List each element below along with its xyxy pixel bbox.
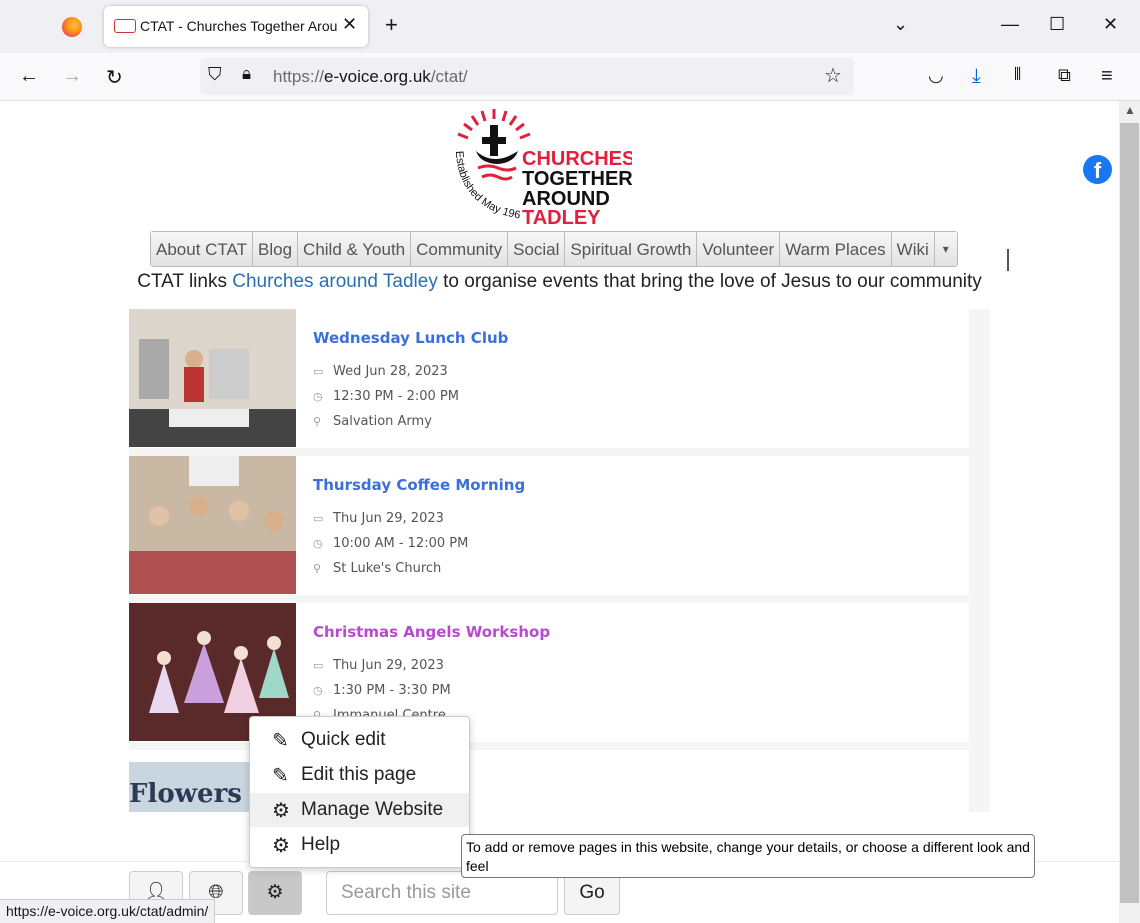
nav-item-spiritual-growth[interactable]: Spiritual Growth (565, 232, 698, 266)
browser-nav-bar: ← → ↻ ⛉ 🔒︎ https://e-voice.org.uk/ctat/ … (0, 53, 1140, 101)
event-card[interactable]: Thursday Coffee Morning ▭ Thu Jun 29, 202… (129, 456, 969, 595)
event-time-text: 12:30 PM - 2:00 PM (333, 389, 459, 404)
nav-item-volunteer[interactable]: Volunteer (697, 232, 781, 266)
pocket-icon[interactable]: ◡ (928, 65, 944, 86)
main-nav-menu: About CTAT Blog Child & Youth Community … (150, 231, 958, 267)
clock-icon: ◷ (313, 537, 323, 550)
page-scroll-up-arrow-icon[interactable]: ▲ (1124, 103, 1136, 117)
clock-icon: ◷ (313, 390, 323, 403)
tagline-text-end: to organise events that bring the love o… (437, 271, 982, 292)
event-date: ▭ Thu Jun 29, 2023 (313, 511, 444, 526)
nav-item-warm-places[interactable]: Warm Places (780, 232, 892, 266)
edit-icon: ✎ (272, 730, 289, 752)
close-tab-icon[interactable]: ✕ (342, 14, 357, 35)
nav-item-child-youth[interactable]: Child & Youth (298, 232, 412, 266)
clock-icon: ◷ (313, 684, 323, 697)
nav-item-about[interactable]: About CTAT (151, 232, 254, 266)
lock-icon[interactable]: 🔒︎ (242, 64, 251, 84)
manage-website-label: Manage Website (301, 799, 444, 820)
calendar-icon: ▭ (313, 512, 324, 525)
edit-page-menu-item[interactable]: ✎ Edit this page (250, 758, 469, 792)
event-title[interactable]: Thursday Coffee Morning (313, 476, 525, 494)
firefox-icon[interactable] (62, 17, 82, 37)
url-bar[interactable]: ⛉ 🔒︎ https://e-voice.org.uk/ctat/ ☆ (200, 58, 854, 95)
browser-tab-bar: CTAT - Churches Together Arou ✕ + ⌄ — ☐ … (0, 0, 1140, 53)
event-time-text: 10:00 AM - 12:00 PM (333, 536, 469, 551)
quick-edit-menu-item[interactable]: ✎ Quick edit (250, 723, 469, 757)
event-date: ▭ Wed Jun 28, 2023 (313, 364, 448, 379)
event-location-text: St Luke's Church (333, 561, 442, 576)
edit-page-label: Edit this page (301, 764, 417, 785)
site-favicon-icon (114, 19, 136, 33)
facebook-icon[interactable]: f (1083, 155, 1112, 184)
event-photo[interactable] (129, 309, 296, 447)
gear-icon: ⚙ (272, 800, 290, 822)
downloads-icon[interactable]: ⤓ (972, 65, 981, 88)
svg-text:Flowers: Flowers (129, 779, 242, 809)
page-content: CHURCHES TOGETHER AROUND TADLEY Establis… (0, 101, 1119, 923)
event-location-text: Salvation Army (333, 414, 432, 429)
help-menu-item[interactable]: ⚙ Help (250, 828, 469, 862)
gear-icon[interactable]: ⚙ (248, 871, 302, 915)
event-time: ◷ 10:00 AM - 12:00 PM (313, 536, 468, 551)
event-time-text: 1:30 PM - 3:30 PM (333, 683, 451, 698)
svg-text:CHURCHES: CHURCHES (522, 148, 632, 170)
hamburger-menu-icon[interactable]: ≡ (1101, 65, 1113, 88)
tab-title: CTAT - Churches Together Arou (140, 18, 338, 34)
close-window-button[interactable]: ✕ (1103, 14, 1118, 35)
nav-item-wiki[interactable]: Wiki (891, 232, 935, 266)
event-location: ⚲ Salvation Army (313, 414, 432, 429)
edit-icon: ✎ (272, 765, 289, 787)
extensions-icon[interactable]: ⧉ (1058, 65, 1071, 86)
calendar-icon: ▭ (313, 365, 324, 378)
nav-item-blog[interactable]: Blog (253, 232, 299, 266)
url-text[interactable]: https://e-voice.org.uk/ctat/ (273, 67, 468, 87)
forward-arrow-icon[interactable]: → (62, 65, 82, 88)
event-date: ▭ Thu Jun 29, 2023 (313, 658, 444, 673)
text-cursor (1007, 249, 1009, 271)
nav-item-social[interactable]: Social (508, 232, 566, 266)
event-date-text: Thu Jun 29, 2023 (333, 511, 444, 526)
tagline: CTAT links Churches around Tadley to org… (0, 271, 1119, 293)
quick-edit-label: Quick edit (301, 729, 386, 750)
gear-icon: ⚙ (272, 835, 290, 857)
event-photo[interactable] (129, 456, 296, 594)
event-date-text: Wed Jun 28, 2023 (333, 364, 448, 379)
help-label: Help (301, 834, 341, 855)
event-time: ◷ 1:30 PM - 3:30 PM (313, 683, 451, 698)
svg-text:TADLEY: TADLEY (522, 207, 601, 229)
nav-more-dropdown-icon[interactable]: ▾ (934, 232, 957, 266)
admin-popup-menu: ✎ Quick edit ✎ Edit this page ⚙ Manage W… (249, 716, 470, 868)
maximize-button[interactable]: ☐ (1049, 14, 1065, 35)
browser-tab[interactable]: CTAT - Churches Together Arou ✕ (104, 6, 368, 47)
tagline-text-start: CTAT links (137, 271, 233, 292)
manage-website-menu-item[interactable]: ⚙ Manage Website (250, 793, 469, 827)
page-scrollbar[interactable]: ▲ (1119, 101, 1140, 923)
map-pin-icon: ⚲ (313, 415, 322, 428)
event-date-text: Thu Jun 29, 2023 (333, 658, 444, 673)
back-arrow-icon[interactable]: ← (19, 65, 39, 88)
svg-text:TOGETHER: TOGETHER (522, 168, 632, 190)
churches-link[interactable]: Churches around Tadley (232, 271, 438, 292)
calendar-icon: ▭ (313, 659, 324, 672)
ctat-logo[interactable]: CHURCHES TOGETHER AROUND TADLEY Establis… (452, 107, 632, 229)
event-time: ◷ 12:30 PM - 2:00 PM (313, 389, 459, 404)
bookmark-star-icon[interactable]: ☆ (824, 63, 842, 88)
page-scroll-thumb[interactable] (1120, 123, 1139, 903)
minimize-button[interactable]: — (1001, 14, 1019, 35)
nav-item-community[interactable]: Community (411, 232, 509, 266)
new-tab-button[interactable]: + (385, 12, 398, 38)
status-bar-url: https://e-voice.org.uk/ctat/admin/ (0, 899, 216, 923)
reload-icon[interactable]: ↻ (106, 65, 123, 90)
list-tabs-chevron-icon[interactable]: ⌄ (893, 14, 908, 35)
event-title[interactable]: Wednesday Lunch Club (313, 329, 508, 347)
shield-icon[interactable]: ⛉ (208, 64, 222, 85)
library-icon[interactable]: ⫴ (1014, 65, 1021, 85)
map-pin-icon: ⚲ (313, 562, 322, 575)
event-card[interactable]: Wednesday Lunch Club ▭ Wed Jun 28, 2023 ◷… (129, 309, 969, 448)
event-location: ⚲ St Luke's Church (313, 561, 441, 576)
tooltip: To add or remove pages in this website, … (461, 834, 1035, 878)
event-title[interactable]: Christmas Angels Workshop (313, 623, 550, 641)
